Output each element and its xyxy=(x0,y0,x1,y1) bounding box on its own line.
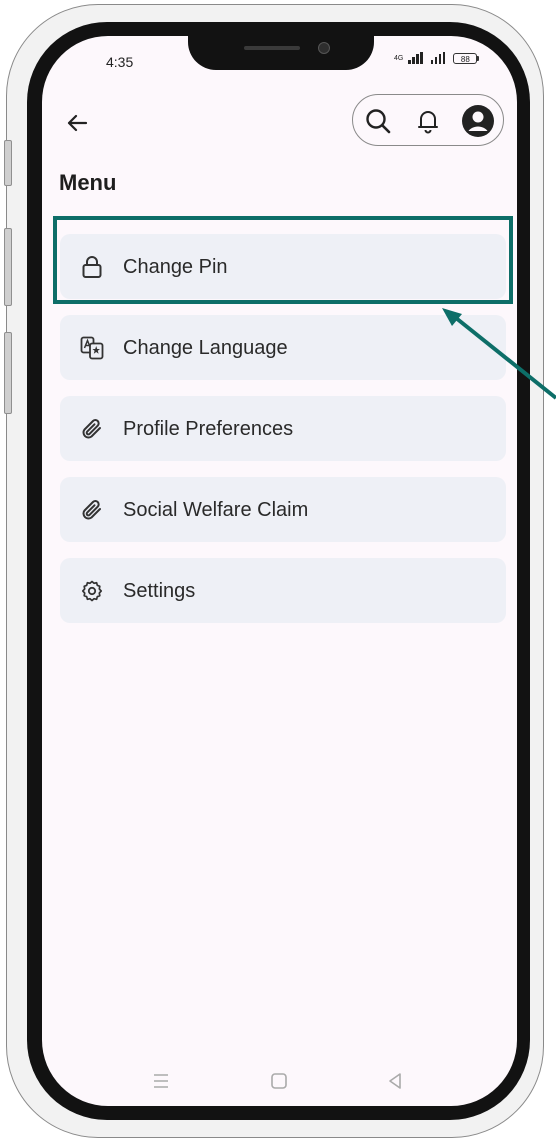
gear-icon xyxy=(80,579,104,603)
menu-item-label: Profile Preferences xyxy=(123,418,294,440)
page-title: Menu xyxy=(59,170,117,195)
signal-icon-2 xyxy=(430,52,446,64)
search-icon[interactable] xyxy=(363,106,393,136)
system-nav-bar xyxy=(42,1066,517,1106)
menu-item-label: Settings xyxy=(123,580,196,602)
speaker-grille xyxy=(244,46,300,50)
bell-icon[interactable] xyxy=(413,106,443,136)
phone-volume-up-button xyxy=(4,228,12,306)
front-camera xyxy=(318,42,330,54)
menu-item-label: Change Language xyxy=(123,337,288,359)
paperclip-icon xyxy=(80,498,104,522)
phone-side-button xyxy=(4,140,12,186)
menu-item-label: Social Welfare Claim xyxy=(123,499,309,521)
translate-icon xyxy=(80,336,104,360)
annotation-highlight-box xyxy=(53,216,513,304)
battery-icon: 88 xyxy=(453,52,480,64)
menu-item-profile-preferences[interactable]: Profile Preferences xyxy=(60,396,506,461)
recent-apps-icon[interactable] xyxy=(146,1066,176,1096)
menu-item-social-welfare-claim[interactable]: Social Welfare Claim xyxy=(60,477,506,542)
camera-notch xyxy=(188,36,374,70)
header-actions xyxy=(352,94,504,146)
menu-item-change-language[interactable]: Change Language xyxy=(60,315,506,380)
status-time: 4:35 xyxy=(106,54,134,70)
signal-icon xyxy=(408,52,423,64)
phone-screen: 4:35 4G 88 Menu Change Pin Change Langua… xyxy=(42,36,517,1106)
back-arrow-icon[interactable] xyxy=(62,108,92,138)
status-indicators: 4G 88 xyxy=(394,52,480,64)
menu-item-settings[interactable]: Settings xyxy=(60,558,506,623)
paperclip-icon xyxy=(80,417,104,441)
phone-volume-down-button xyxy=(4,332,12,414)
battery-level: 88 xyxy=(453,52,478,64)
user-avatar-icon[interactable] xyxy=(461,105,494,137)
home-icon[interactable] xyxy=(264,1066,294,1096)
back-nav-icon[interactable] xyxy=(380,1066,410,1096)
network-type: 4G xyxy=(394,54,404,62)
